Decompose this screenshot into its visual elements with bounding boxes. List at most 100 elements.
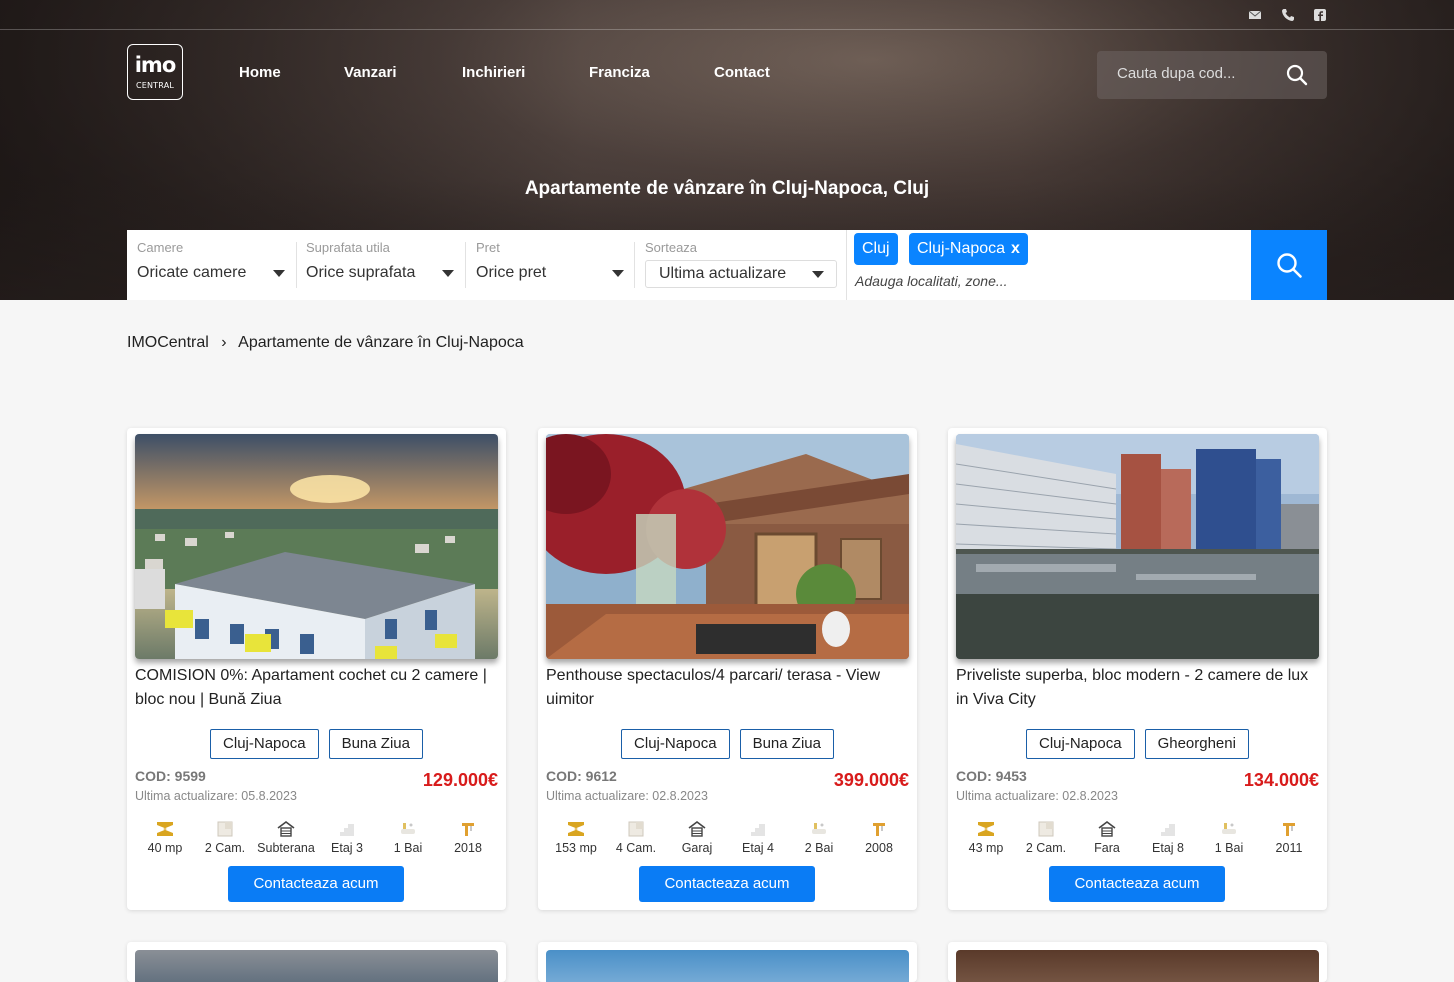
breadcrumb-separator: › (221, 334, 227, 351)
listing-code: COD: 9612 (546, 768, 617, 784)
search-button[interactable] (1251, 230, 1327, 300)
listing-photo[interactable] (546, 434, 909, 659)
chevron-down-icon (442, 270, 454, 277)
bath-icon (812, 823, 826, 834)
location-chips: Cluj-Napoca Gheorgheni (948, 729, 1327, 759)
logo-subtext: CENTRAL (135, 81, 175, 90)
rooms-icon (1038, 821, 1054, 837)
listing-card[interactable] (127, 942, 506, 982)
listing-title[interactable]: COMISION 0%: Apartament cochet cu 2 came… (135, 664, 500, 712)
contact-button[interactable]: Contacteaza acum (228, 866, 404, 902)
floor-icon (340, 824, 354, 836)
feature-floor: Etaj 4 (727, 820, 789, 855)
chevron-down-icon (812, 271, 824, 278)
listing-photo[interactable] (546, 950, 909, 982)
rooms-icon (217, 821, 233, 837)
listing-updated: Ultima actualizare: 05.8.2023 (135, 789, 297, 803)
site-logo[interactable]: imo CENTRAL (127, 44, 183, 100)
filter-bar: Camere Oricate camere Suprafata utila Or… (127, 230, 1327, 300)
rooms-label: Camere (137, 240, 184, 255)
city-chip[interactable]: Cluj-Napoca (210, 729, 319, 759)
feature-label: 2008 (865, 841, 893, 855)
city-chip[interactable]: Cluj-Napoca (621, 729, 730, 759)
feature-row: 40 mp 2 Cam. Subterana Etaj 3 1 Bai 2018 (135, 820, 498, 860)
feature-label: 1 Bai (393, 841, 423, 855)
breadcrumb-current: Apartamente de vânzare în Cluj-Napoca (238, 334, 524, 351)
year-icon (873, 823, 885, 836)
location-chips: Cluj-Napoca Buna Ziua (538, 729, 917, 759)
sort-select[interactable]: Ultima actualizare (645, 260, 837, 288)
search-icon[interactable] (1285, 63, 1309, 91)
code-search-input[interactable]: Cauta dupa cod... (1097, 51, 1327, 99)
listing-photo[interactable] (956, 950, 1319, 982)
parking-icon (688, 821, 706, 837)
location-input[interactable]: Cluj Cluj-Napoca x Adauga localitati, zon… (846, 230, 1251, 300)
feature-bath: 1 Bai (1198, 820, 1260, 855)
listing-card[interactable]: Priveliste superba, bloc modern - 2 came… (948, 428, 1327, 910)
listing-price: 134.000€ (1243, 770, 1319, 790)
feature-parking: Subterana (255, 820, 317, 855)
breadcrumb-home[interactable]: IMOCentral (127, 334, 209, 351)
feature-year: 2018 (437, 820, 499, 855)
feature-label: 1 Bai (1214, 841, 1244, 855)
nav-inchirieri[interactable]: Inchirieri (462, 64, 525, 81)
feature-parking: Fara (1076, 820, 1138, 855)
mail-icon[interactable] (1248, 8, 1262, 22)
feature-bath: 2 Bai (788, 820, 850, 855)
location-chips: Cluj-Napoca Buna Ziua (127, 729, 506, 759)
sort-value: Ultima actualizare (659, 265, 787, 282)
feature-label: Subterana (257, 841, 315, 855)
breadcrumb: IMOCentral › Apartamente de vânzare în C… (127, 334, 532, 352)
parking-icon (1098, 821, 1116, 837)
feature-area: 153 mp (545, 820, 607, 855)
listing-updated: Ultima actualizare: 02.8.2023 (956, 789, 1118, 803)
feature-row: 43 mp 2 Cam. Fara Etaj 8 1 Bai 2011 (956, 820, 1319, 860)
listing-photo[interactable] (135, 434, 498, 659)
nav-home[interactable]: Home (239, 64, 281, 81)
nav-franciza[interactable]: Franciza (589, 64, 650, 81)
location-tag-cluj[interactable]: Cluj (854, 233, 898, 265)
feature-label: Garaj (681, 841, 713, 855)
contact-button[interactable]: Contacteaza acum (639, 866, 815, 902)
feature-row: 153 mp 4 Cam. Garaj Etaj 4 2 Bai 2008 (546, 820, 909, 860)
bath-icon (1222, 823, 1236, 834)
feature-floor: Etaj 3 (316, 820, 378, 855)
area-icon (157, 822, 173, 836)
rooms-filter[interactable]: Camere Oricate camere (127, 230, 295, 300)
area-filter[interactable]: Suprafata utila Orice suprafata (296, 230, 464, 300)
feature-label: 40 mp (147, 841, 183, 855)
listing-card[interactable]: Penthouse spectaculos/4 parcari/ terasa … (538, 428, 917, 910)
contact-button[interactable]: Contacteaza acum (1049, 866, 1225, 902)
area-value: Orice suprafata (306, 264, 416, 281)
listing-photo[interactable] (956, 434, 1319, 659)
parking-icon (277, 821, 295, 837)
city-chip[interactable]: Cluj-Napoca (1026, 729, 1135, 759)
feature-parking: Garaj (666, 820, 728, 855)
zone-chip[interactable]: Buna Ziua (739, 729, 834, 759)
listing-updated: Ultima actualizare: 02.8.2023 (546, 789, 708, 803)
listing-title[interactable]: Penthouse spectaculos/4 parcari/ terasa … (546, 664, 911, 712)
listing-card[interactable] (948, 942, 1327, 982)
tag-label: Cluj (862, 240, 890, 257)
listing-card[interactable] (538, 942, 917, 982)
phone-icon[interactable] (1281, 8, 1295, 22)
feature-label: 2 Cam. (1025, 841, 1067, 855)
floor-icon (1161, 824, 1175, 836)
feature-floor: Etaj 8 (1137, 820, 1199, 855)
feature-label: Etaj 4 (742, 841, 774, 855)
price-value: Orice pret (476, 264, 547, 281)
feature-label: Fara (1094, 841, 1120, 855)
listing-photo[interactable] (135, 950, 498, 982)
zone-chip[interactable]: Gheorgheni (1144, 729, 1249, 759)
nav-vanzari[interactable]: Vanzari (344, 64, 397, 81)
remove-tag-icon[interactable]: x (1011, 240, 1020, 257)
feature-label: 2011 (1275, 841, 1303, 855)
listing-title[interactable]: Priveliste superba, bloc modern - 2 came… (956, 664, 1321, 712)
feature-label: 43 mp (968, 841, 1004, 855)
nav-contact[interactable]: Contact (714, 64, 770, 81)
facebook-icon[interactable] (1313, 8, 1327, 22)
location-tag-cluj-napoca[interactable]: Cluj-Napoca x (909, 233, 1028, 265)
listing-card[interactable]: COMISION 0%: Apartament cochet cu 2 came… (127, 428, 506, 910)
price-filter[interactable]: Pret Orice pret (466, 230, 634, 300)
zone-chip[interactable]: Buna Ziua (328, 729, 423, 759)
